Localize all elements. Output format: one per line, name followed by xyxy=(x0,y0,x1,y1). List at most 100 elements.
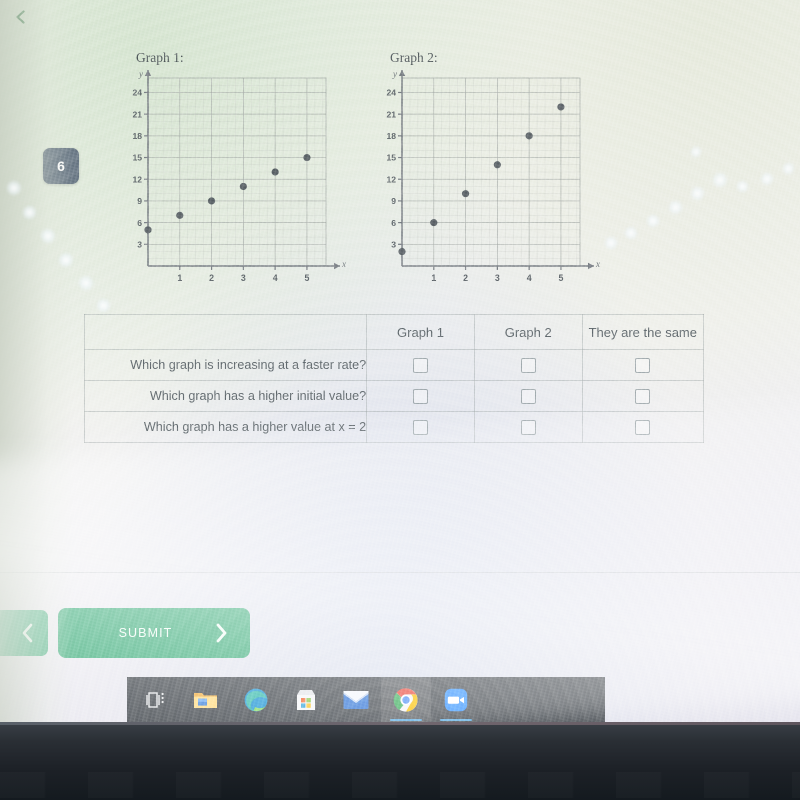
table-header-blank xyxy=(83,314,368,350)
laptop-base xyxy=(0,722,800,800)
answer-cell[interactable] xyxy=(581,349,705,381)
microsoft-edge-icon xyxy=(244,688,268,711)
answer-checkbox[interactable] xyxy=(413,388,429,404)
answer-checkbox[interactable] xyxy=(635,388,651,404)
question-label: Which graph is increasing at a faster ra… xyxy=(83,349,368,381)
light-reflection xyxy=(712,172,728,188)
answer-checkbox[interactable] xyxy=(635,419,651,435)
data-point xyxy=(525,132,533,140)
svg-text:2: 2 xyxy=(209,273,214,283)
table-row: Which graph has a higher initial value? xyxy=(83,380,705,412)
answer-table: Graph 1 Graph 2 They are the same Which … xyxy=(83,314,705,443)
data-point xyxy=(144,226,152,234)
laptop-keyboard-row xyxy=(0,772,800,798)
light-reflection xyxy=(646,214,660,228)
table-header-graph-2: Graph 2 xyxy=(473,314,583,350)
taskbar-active-indicator-zoom xyxy=(440,718,472,721)
svg-text:9: 9 xyxy=(391,196,396,206)
footer-divider xyxy=(0,572,800,573)
data-point xyxy=(493,161,501,169)
answer-cell[interactable] xyxy=(473,380,583,412)
answer-checkbox[interactable] xyxy=(520,419,536,435)
svg-text:12: 12 xyxy=(386,174,396,184)
taskbar-item-microsoft-edge[interactable] xyxy=(231,677,281,722)
task-view-icon xyxy=(146,691,164,708)
light-reflection xyxy=(40,228,56,244)
submit-button-label: SUBMIT xyxy=(118,626,173,640)
answer-cell[interactable] xyxy=(581,380,705,412)
taskbar-item-microsoft-store[interactable] xyxy=(281,677,331,722)
answer-checkbox[interactable] xyxy=(520,357,536,373)
taskbar-item-task-view[interactable] xyxy=(131,677,181,722)
google-chrome-icon xyxy=(393,687,418,712)
svg-text:15: 15 xyxy=(132,153,142,163)
svg-text:24: 24 xyxy=(386,88,396,98)
chevron-left-icon xyxy=(22,623,33,643)
taskbar-item-mail[interactable] xyxy=(331,677,381,722)
chevron-right-icon xyxy=(216,623,227,643)
light-reflection xyxy=(782,162,795,175)
data-point xyxy=(557,103,565,111)
answer-checkbox[interactable] xyxy=(413,357,429,373)
submit-button[interactable]: SUBMIT xyxy=(58,608,250,658)
svg-text:18: 18 xyxy=(132,131,142,141)
answer-checkbox[interactable] xyxy=(413,419,429,435)
table-header-graph-1: Graph 1 xyxy=(366,314,475,350)
svg-text:4: 4 xyxy=(273,273,278,283)
answer-cell[interactable] xyxy=(581,411,705,443)
light-reflection xyxy=(736,180,749,193)
svg-text:18: 18 xyxy=(386,131,396,141)
table-header-row: Graph 1 Graph 2 They are the same xyxy=(83,314,705,350)
svg-text:1: 1 xyxy=(431,273,436,283)
svg-text:6: 6 xyxy=(391,218,396,228)
svg-text:4: 4 xyxy=(527,273,532,283)
data-point xyxy=(176,211,184,219)
svg-text:9: 9 xyxy=(137,196,142,206)
taskbar-item-file-explorer[interactable] xyxy=(181,677,231,722)
light-reflection xyxy=(760,172,774,186)
graph-1-plot: yx36912151821241 2 3 4 5 xyxy=(132,69,346,283)
back-chevron-icon[interactable] xyxy=(8,4,34,30)
svg-text:x: x xyxy=(341,259,346,269)
taskbar-item-zoom[interactable] xyxy=(431,677,481,722)
light-reflection xyxy=(22,205,37,220)
light-reflection xyxy=(624,226,638,240)
svg-text:21: 21 xyxy=(132,109,142,119)
answer-checkbox[interactable] xyxy=(635,357,651,373)
svg-text:x: x xyxy=(595,259,600,269)
svg-text:y: y xyxy=(138,69,143,79)
answer-cell[interactable] xyxy=(473,411,583,443)
data-point xyxy=(461,190,470,198)
light-reflection xyxy=(668,200,683,215)
question-label: Which graph has a higher initial value? xyxy=(83,380,368,412)
file-explorer-icon xyxy=(194,692,217,708)
light-reflection xyxy=(690,146,702,158)
mail-icon xyxy=(343,690,369,709)
light-reflection xyxy=(78,275,94,291)
previous-button[interactable] xyxy=(0,610,48,656)
taskbar-active-indicator-chrome xyxy=(390,718,422,721)
svg-text:5: 5 xyxy=(558,273,563,283)
table-row: Which graph is increasing at a faster ra… xyxy=(83,349,705,381)
graph-1: Graph 1: y x 3 6 9 12 15 18 21 24 1 2 3 4 5 xyxy=(118,50,350,298)
svg-text:3: 3 xyxy=(495,273,500,283)
zoom-icon xyxy=(444,688,468,711)
light-reflection xyxy=(6,180,22,196)
microsoft-store-icon xyxy=(297,689,315,710)
light-reflection xyxy=(690,186,705,201)
answer-cell[interactable] xyxy=(366,380,475,412)
graph-1-title: Graph 1: xyxy=(136,50,184,65)
light-reflection xyxy=(96,298,111,313)
answer-cell[interactable] xyxy=(366,349,475,381)
answer-checkbox[interactable] xyxy=(520,388,536,404)
answer-cell[interactable] xyxy=(473,349,583,381)
answer-cell[interactable] xyxy=(366,411,475,443)
taskbar-item-google-chrome[interactable] xyxy=(381,677,431,722)
svg-text:y: y xyxy=(392,69,397,79)
graph-2-plot: yx36912151821241 2 3 4 5 xyxy=(386,69,600,283)
light-reflection xyxy=(604,236,618,250)
table-row: Which graph has a higher value at x = 2 xyxy=(83,411,705,443)
svg-text:3: 3 xyxy=(391,240,396,250)
svg-text:5: 5 xyxy=(304,273,309,283)
light-reflection xyxy=(58,252,74,268)
